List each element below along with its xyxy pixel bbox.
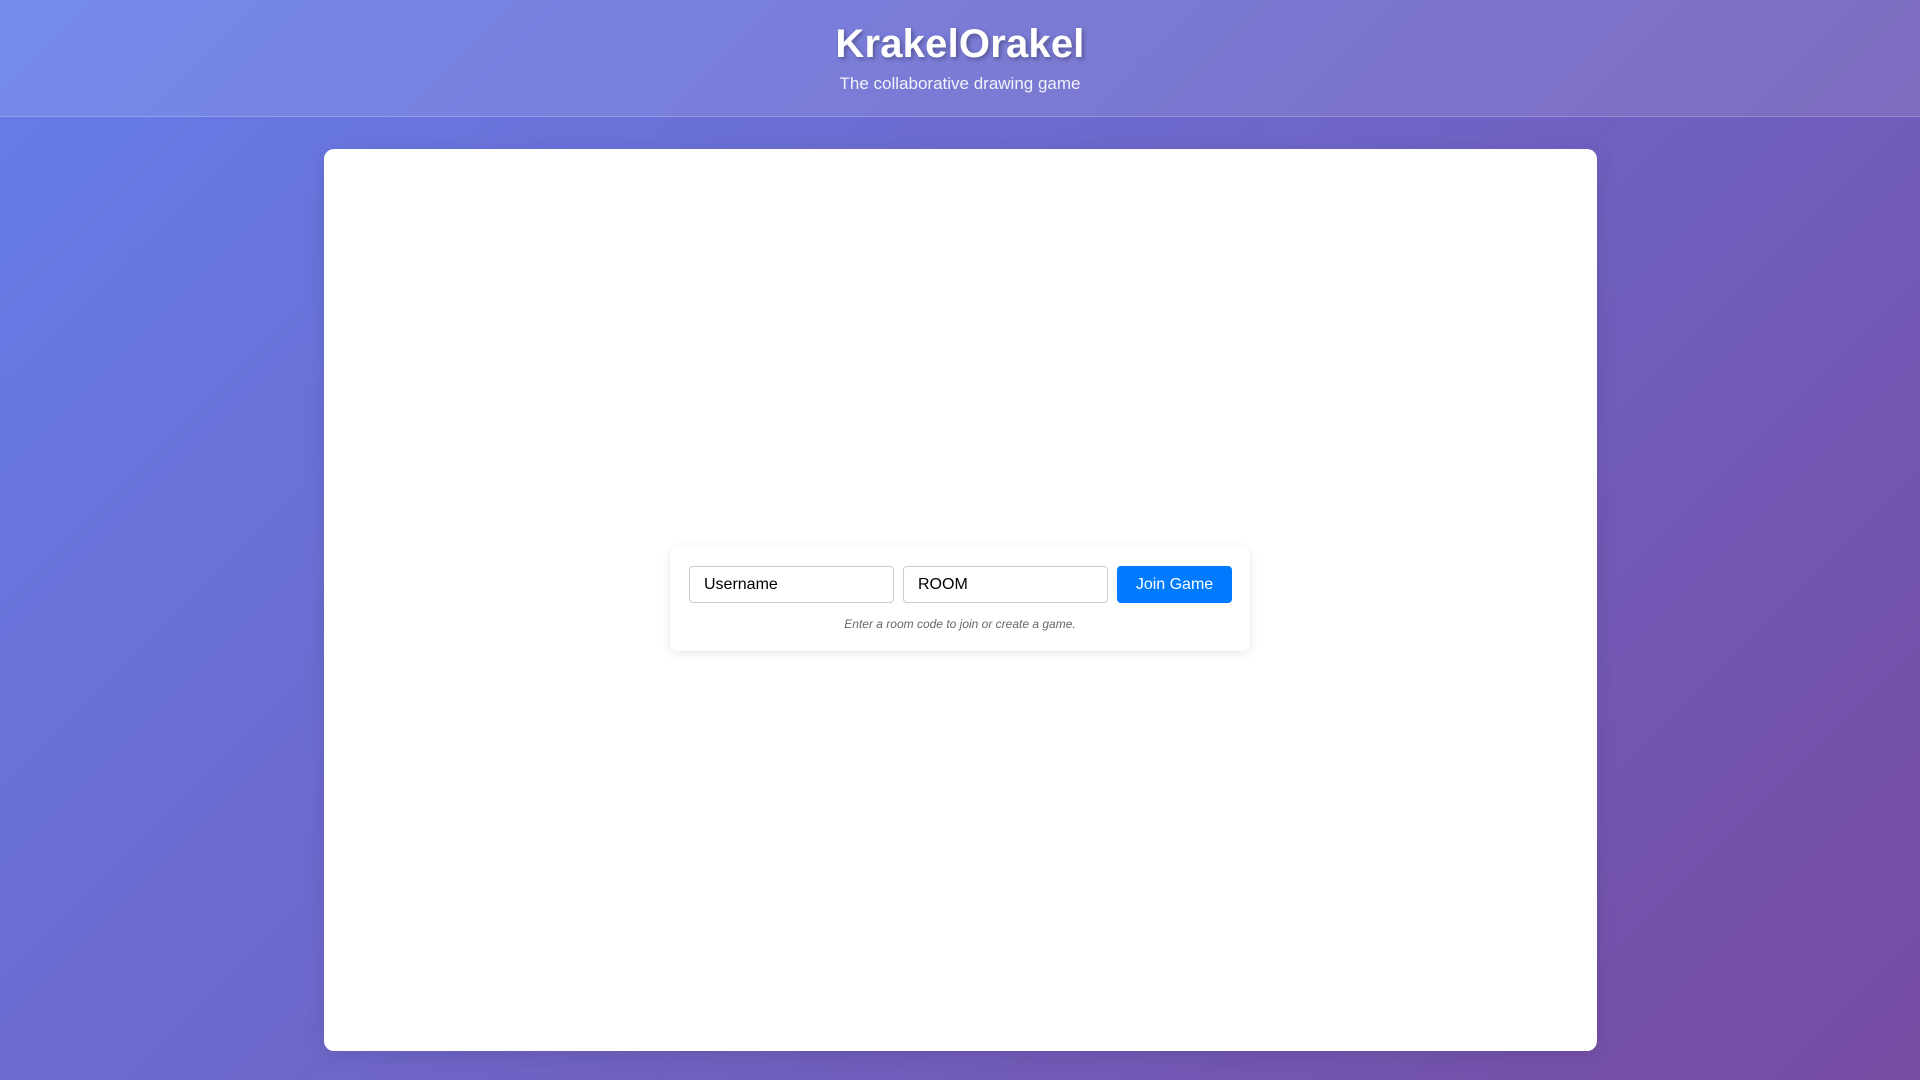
room-code-input[interactable] bbox=[903, 566, 1108, 603]
join-game-button[interactable]: Join Game bbox=[1117, 566, 1232, 603]
join-hint-text: Enter a room code to join or create a ga… bbox=[844, 617, 1076, 631]
join-form: Join Game bbox=[689, 566, 1232, 603]
app-subtitle: The collaborative drawing game bbox=[839, 74, 1081, 93]
join-game-card: Join Game Enter a room code to join or c… bbox=[670, 547, 1250, 651]
app-header: KrakelOrakel The collaborative drawing g… bbox=[0, 0, 1920, 117]
main-panel: Join Game Enter a room code to join or c… bbox=[324, 149, 1597, 1051]
username-input[interactable] bbox=[689, 566, 894, 603]
app-title: KrakelOrakel bbox=[835, 22, 1085, 66]
